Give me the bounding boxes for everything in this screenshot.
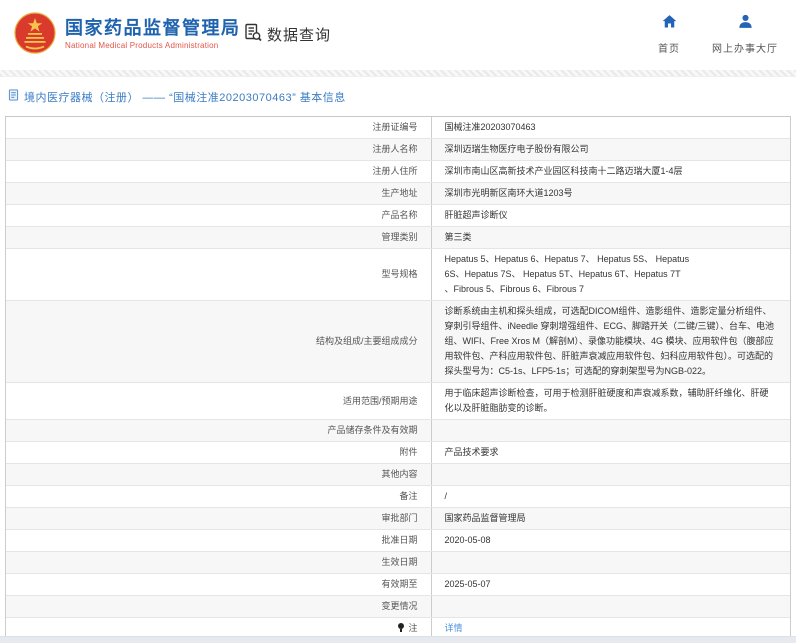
doc-search-icon bbox=[243, 22, 263, 47]
row-label: 型号规格 bbox=[6, 249, 431, 301]
table-row: 生产地址深圳市光明新区南环大道1203号 bbox=[6, 183, 790, 205]
row-label: 审批部门 bbox=[6, 508, 431, 530]
table-row: 变更情况 bbox=[6, 596, 790, 618]
table-row: 附件产品技术要求 bbox=[6, 442, 790, 464]
row-label: 产品储存条件及有效期 bbox=[6, 420, 431, 442]
table-row: 注册证编号国械注准20203070463 bbox=[6, 117, 790, 139]
page-title: 境内医疗器械（注册） —— “国械注准20203070463” 基本信息 bbox=[24, 89, 346, 105]
table-row: 注册人住所深圳市南山区高新技术产业园区科技南十二路迈瑞大厦1-4层 bbox=[6, 161, 790, 183]
site-header: 国家药品监督管理局 National Medical Products Admi… bbox=[0, 0, 796, 70]
nav-home[interactable]: 首页 bbox=[658, 13, 680, 55]
row-value bbox=[431, 464, 790, 486]
row-label: 备注 bbox=[6, 486, 431, 508]
national-emblem-icon bbox=[14, 12, 56, 54]
row-value bbox=[431, 552, 790, 574]
row-value: 用于临床超声诊断检查，可用于检测肝脏硬度和声衰减系数，辅助肝纤维化、肝硬化以及肝… bbox=[431, 383, 790, 420]
row-value: 产品技术要求 bbox=[431, 442, 790, 464]
table-row: 产品储存条件及有效期 bbox=[6, 420, 790, 442]
row-label: 生效日期 bbox=[6, 552, 431, 574]
row-value: 2025-05-07 bbox=[431, 574, 790, 596]
row-value: 第三类 bbox=[431, 227, 790, 249]
table-row: 注册人名称深圳迈瑞生物医疗电子股份有限公司 bbox=[6, 139, 790, 161]
page-title-bar: 境内医疗器械（注册） —— “国械注准20203070463” 基本信息 bbox=[0, 77, 796, 116]
note-icon bbox=[398, 623, 405, 632]
row-value bbox=[431, 596, 790, 618]
row-value: 诊断系统由主机和探头组成，可选配DICOM组件、造影组件、造影定量分析组件、穿刺… bbox=[431, 301, 790, 383]
brand: 国家药品监督管理局 National Medical Products Admi… bbox=[14, 12, 241, 54]
row-label: 批准日期 bbox=[6, 530, 431, 552]
table-row: 批准日期2020-05-08 bbox=[6, 530, 790, 552]
row-label: 结构及组成/主要组成成分 bbox=[6, 301, 431, 383]
site-title-cn: 国家药品监督管理局 bbox=[65, 17, 241, 39]
row-label: 变更情况 bbox=[6, 596, 431, 618]
row-label: 产品名称 bbox=[6, 205, 431, 227]
row-value: 肝脏超声诊断仪 bbox=[431, 205, 790, 227]
row-label: 附件 bbox=[6, 442, 431, 464]
table-row: 管理类别第三类 bbox=[6, 227, 790, 249]
row-label: 有效期至 bbox=[6, 574, 431, 596]
table-row: 产品名称肝脏超声诊断仪 bbox=[6, 205, 790, 227]
row-label: 生产地址 bbox=[6, 183, 431, 205]
nav-home-label: 首页 bbox=[658, 40, 680, 55]
table-row: 有效期至2025-05-07 bbox=[6, 574, 790, 596]
row-value: / bbox=[431, 486, 790, 508]
row-value: 深圳市光明新区南环大道1203号 bbox=[431, 183, 790, 205]
row-label: 管理类别 bbox=[6, 227, 431, 249]
row-label: 注册人名称 bbox=[6, 139, 431, 161]
nav-service-hall[interactable]: 网上办事大厅 bbox=[712, 13, 778, 55]
row-value bbox=[431, 420, 790, 442]
table-row: 结构及组成/主要组成成分诊断系统由主机和探头组成，可选配DICOM组件、造影组件… bbox=[6, 301, 790, 383]
row-value: 深圳市南山区高新技术产业园区科技南十二路迈瑞大厦1-4层 bbox=[431, 161, 790, 183]
data-query-button[interactable]: 数据查询 bbox=[243, 22, 331, 47]
page: 国家药品监督管理局 National Medical Products Admi… bbox=[0, 0, 796, 643]
row-value: 国家药品监督管理局 bbox=[431, 508, 790, 530]
row-value: 国械注准20203070463 bbox=[431, 117, 790, 139]
site-title-en: National Medical Products Administration bbox=[65, 41, 241, 50]
document-icon bbox=[8, 88, 19, 106]
table-row: 生效日期 bbox=[6, 552, 790, 574]
table-row: 型号规格Hepatus 5、Hepatus 6、Hepatus 7、 Hepat… bbox=[6, 249, 790, 301]
detail-link[interactable]: 详情 bbox=[445, 623, 463, 633]
info-table: 注册证编号国械注准20203070463注册人名称深圳迈瑞生物医疗电子股份有限公… bbox=[5, 116, 791, 640]
row-label: 注册证编号 bbox=[6, 117, 431, 139]
row-value: 2020-05-08 bbox=[431, 530, 790, 552]
row-value: 深圳迈瑞生物医疗电子股份有限公司 bbox=[431, 139, 790, 161]
footer-strip bbox=[0, 636, 796, 643]
data-query-label: 数据查询 bbox=[267, 24, 331, 45]
row-value: Hepatus 5、Hepatus 6、Hepatus 7、 Hepatus 5… bbox=[431, 249, 790, 301]
table-row: 其他内容 bbox=[6, 464, 790, 486]
top-nav: 首页 网上办事大厅 bbox=[658, 13, 778, 55]
row-label: 适用范围/预期用途 bbox=[6, 383, 431, 420]
row-label: 其他内容 bbox=[6, 464, 431, 486]
home-icon bbox=[661, 13, 678, 35]
table-row: 审批部门国家药品监督管理局 bbox=[6, 508, 790, 530]
divider-band bbox=[0, 70, 796, 77]
nav-service-hall-label: 网上办事大厅 bbox=[712, 40, 778, 55]
brand-text: 国家药品监督管理局 National Medical Products Admi… bbox=[65, 17, 241, 50]
user-icon bbox=[737, 13, 754, 35]
row-label: 注册人住所 bbox=[6, 161, 431, 183]
table-row: 备注/ bbox=[6, 486, 790, 508]
table-row: 适用范围/预期用途用于临床超声诊断检查，可用于检测肝脏硬度和声衰减系数，辅助肝纤… bbox=[6, 383, 790, 420]
